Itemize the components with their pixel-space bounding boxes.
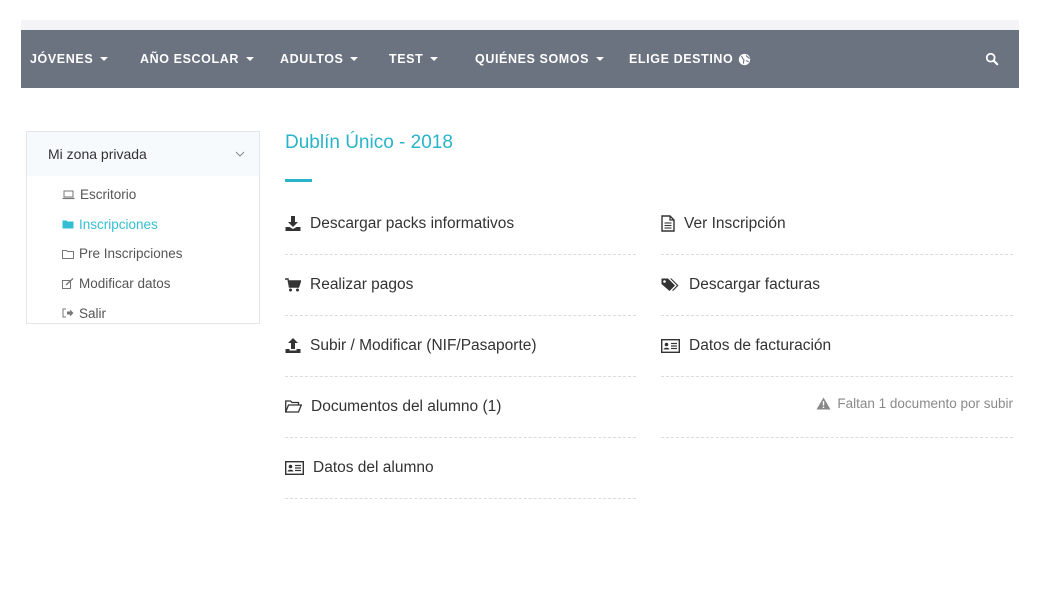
page-title: Dublín Único - 2018: [285, 132, 453, 153]
folder-filled-icon: [62, 220, 74, 229]
make-payments-link[interactable]: Realizar pagos: [285, 254, 636, 316]
nav-jovenes-label: JÓVENES: [30, 52, 94, 66]
caret-down-icon: [596, 57, 605, 61]
nav-jovenes[interactable]: JÓVENES: [30, 30, 109, 88]
action-label: Documentos del alumno (1): [311, 397, 502, 415]
sidebar-item-label: Inscripciones: [79, 216, 158, 232]
caret-down-icon: [430, 57, 439, 61]
sidebar-menu: Escritorio Inscripciones Pre Inscripcion…: [27, 176, 259, 328]
nav-ano-escolar-label: AÑO ESCOLAR: [140, 52, 239, 66]
sidebar-title: Mi zona privada: [48, 146, 147, 162]
edit-icon: [62, 278, 74, 290]
nav-adultos[interactable]: ADULTOS: [280, 30, 359, 88]
download-packs-link[interactable]: Descargar packs informativos: [285, 193, 636, 255]
sidebar-item-pre-inscripciones[interactable]: Pre Inscripciones: [27, 239, 259, 269]
billing-data-link[interactable]: Datos de facturación: [661, 315, 1013, 377]
action-label: Subir / Modificar (NIF/Pasaporte): [310, 336, 537, 354]
nav-test-label: TEST: [389, 52, 424, 66]
action-label: Ver Inscripción: [684, 214, 786, 232]
globe-icon: [739, 53, 751, 65]
nav-quienes-somos-label: QUIÉNES SOMOS: [475, 52, 590, 66]
action-label: Realizar pagos: [310, 275, 414, 293]
sidebar-item-escritorio[interactable]: Escritorio: [27, 180, 259, 210]
view-registration-link[interactable]: Ver Inscripción: [661, 193, 1013, 255]
upload-id-link[interactable]: Subir / Modificar (NIF/Pasaporte): [285, 315, 636, 377]
folder-open-icon: [285, 400, 302, 413]
action-label: Descargar packs informativos: [310, 214, 515, 232]
sign-out-icon: [62, 308, 74, 318]
student-data-link[interactable]: Datos del alumno: [285, 437, 636, 499]
caret-down-icon: [100, 57, 109, 61]
top-strip: [21, 20, 1019, 30]
folder-outline-icon: [62, 249, 74, 259]
id-card-icon: [285, 460, 304, 475]
id-card-icon: [661, 338, 680, 353]
nav-elige-destino-label: ELIGE DESTINO: [629, 52, 734, 66]
sidebar-item-label: Salir: [79, 305, 107, 321]
tags-icon: [661, 278, 679, 291]
row-divider: [661, 376, 1013, 438]
caret-down-icon: [245, 57, 254, 61]
caret-down-icon: [350, 57, 359, 61]
action-label: Datos del alumno: [313, 458, 434, 476]
action-label: Descargar facturas: [689, 275, 820, 293]
sidebar-item-label: Pre Inscripciones: [79, 246, 183, 262]
nav-adultos-label: ADULTOS: [280, 52, 344, 66]
title-underline: [285, 179, 312, 182]
sidebar-item-modificar-datos[interactable]: Modificar datos: [27, 269, 259, 299]
private-zone-sidebar: Mi zona privada Escritorio Inscripciones…: [26, 131, 260, 324]
chevron-down-icon: [235, 151, 245, 157]
sidebar-item-salir[interactable]: Salir: [27, 298, 259, 328]
sidebar-item-inscripciones[interactable]: Inscripciones: [27, 210, 259, 240]
search-icon[interactable]: [985, 52, 999, 66]
download-icon: [285, 216, 301, 231]
download-invoices-link[interactable]: Descargar facturas: [661, 254, 1013, 316]
sidebar-item-label: Modificar datos: [79, 276, 171, 292]
laptop-icon: [62, 190, 75, 199]
action-label: Datos de facturación: [689, 336, 832, 354]
document-icon: [661, 215, 675, 232]
nav-test[interactable]: TEST: [389, 30, 439, 88]
sidebar-header[interactable]: Mi zona privada: [27, 132, 259, 176]
student-documents-link[interactable]: Documentos del alumno (1): [285, 376, 636, 438]
upload-icon: [285, 338, 301, 353]
nav-elige-destino[interactable]: ELIGE DESTINO: [629, 30, 751, 88]
main-navbar: JÓVENES AÑO ESCOLAR ADULTOS TEST QUIÉNES…: [21, 30, 1019, 88]
nav-quienes-somos[interactable]: QUIÉNES SOMOS: [475, 30, 605, 88]
sidebar-item-label: Escritorio: [80, 187, 137, 203]
cart-icon: [285, 277, 301, 291]
nav-ano-escolar[interactable]: AÑO ESCOLAR: [140, 30, 254, 88]
